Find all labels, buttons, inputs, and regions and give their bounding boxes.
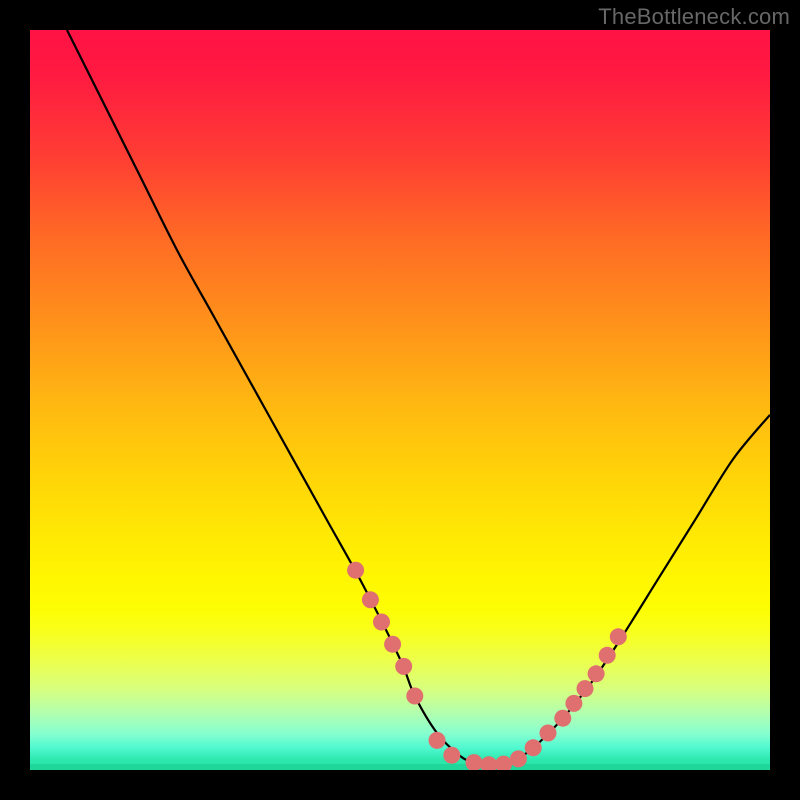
watermark-text: TheBottleneck.com (598, 4, 790, 30)
data-marker (540, 725, 557, 742)
data-marker (554, 710, 571, 727)
data-marker (347, 562, 364, 579)
marker-group (347, 562, 627, 770)
data-marker (443, 747, 460, 764)
data-marker (384, 636, 401, 653)
data-marker (406, 688, 423, 705)
data-marker (373, 614, 390, 631)
data-marker (429, 732, 446, 749)
data-marker (525, 739, 542, 756)
plot-area (30, 30, 770, 770)
data-marker (362, 591, 379, 608)
data-marker (599, 647, 616, 664)
data-marker (495, 756, 512, 770)
data-marker (577, 680, 594, 697)
data-marker (610, 628, 627, 645)
data-marker (395, 658, 412, 675)
bottleneck-curve (67, 30, 770, 766)
data-marker (588, 665, 605, 682)
data-marker (510, 750, 527, 767)
data-marker (565, 695, 582, 712)
chart-frame: TheBottleneck.com (0, 0, 800, 800)
data-marker (466, 754, 483, 770)
curve-layer (30, 30, 770, 770)
data-marker (480, 756, 497, 770)
